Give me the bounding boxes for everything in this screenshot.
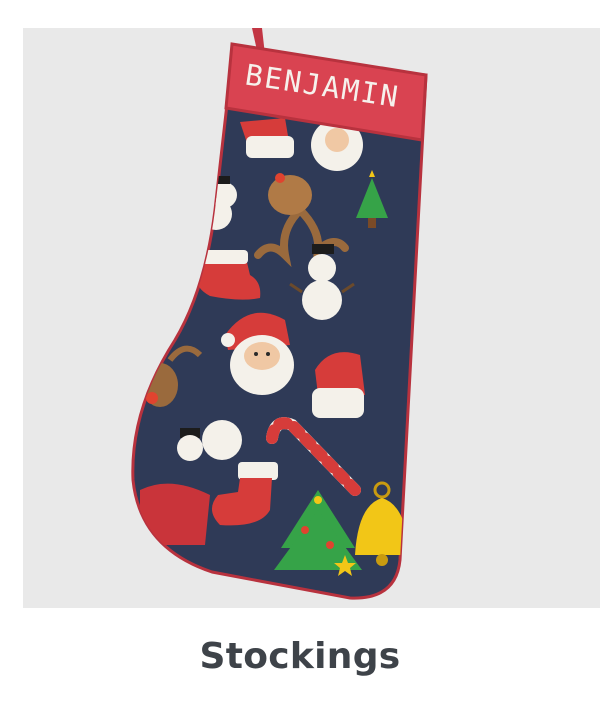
santa-hat-icon [240, 118, 294, 158]
product-image[interactable] [23, 28, 600, 608]
stocking-body [131, 58, 428, 600]
product-category-card[interactable]: BENJAMIN Stockings [0, 0, 600, 728]
category-title[interactable]: Stockings [0, 636, 600, 677]
stocking-illustration [131, 28, 428, 600]
